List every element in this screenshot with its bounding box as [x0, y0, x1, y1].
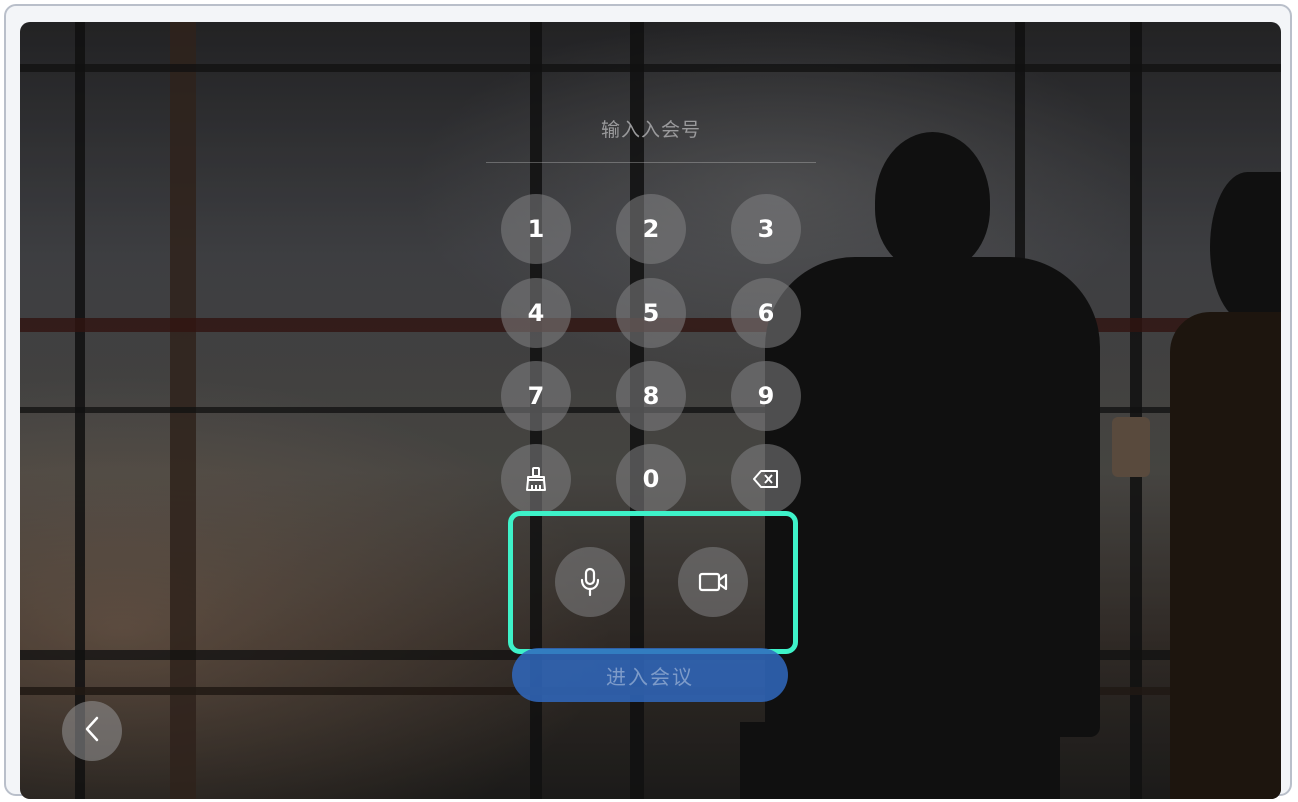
backspace-icon: [752, 469, 780, 489]
meeting-join-screen: 输入入会号 1 2 3 4 5 6 7 8 9 0 进入会议: [20, 22, 1281, 799]
key-9[interactable]: 9: [731, 361, 801, 431]
broom-icon: [524, 466, 548, 492]
meeting-number-input[interactable]: 输入入会号: [486, 115, 816, 142]
input-underline: [486, 162, 816, 163]
clear-button[interactable]: [501, 444, 571, 514]
chevron-left-icon: [84, 715, 100, 747]
key-5[interactable]: 5: [616, 278, 686, 348]
key-8[interactable]: 8: [616, 361, 686, 431]
key-2[interactable]: 2: [616, 194, 686, 264]
key-0[interactable]: 0: [616, 444, 686, 514]
key-3[interactable]: 3: [731, 194, 801, 264]
join-meeting-button[interactable]: 进入会议: [512, 648, 788, 702]
key-7[interactable]: 7: [501, 361, 571, 431]
key-6[interactable]: 6: [731, 278, 801, 348]
microphone-toggle[interactable]: [555, 547, 625, 617]
backspace-button[interactable]: [731, 444, 801, 514]
back-button[interactable]: [62, 701, 122, 761]
microphone-icon: [579, 567, 601, 597]
key-1[interactable]: 1: [501, 194, 571, 264]
video-camera-icon: [698, 571, 728, 593]
media-toggle-highlight: [508, 511, 798, 654]
camera-toggle[interactable]: [678, 547, 748, 617]
key-4[interactable]: 4: [501, 278, 571, 348]
